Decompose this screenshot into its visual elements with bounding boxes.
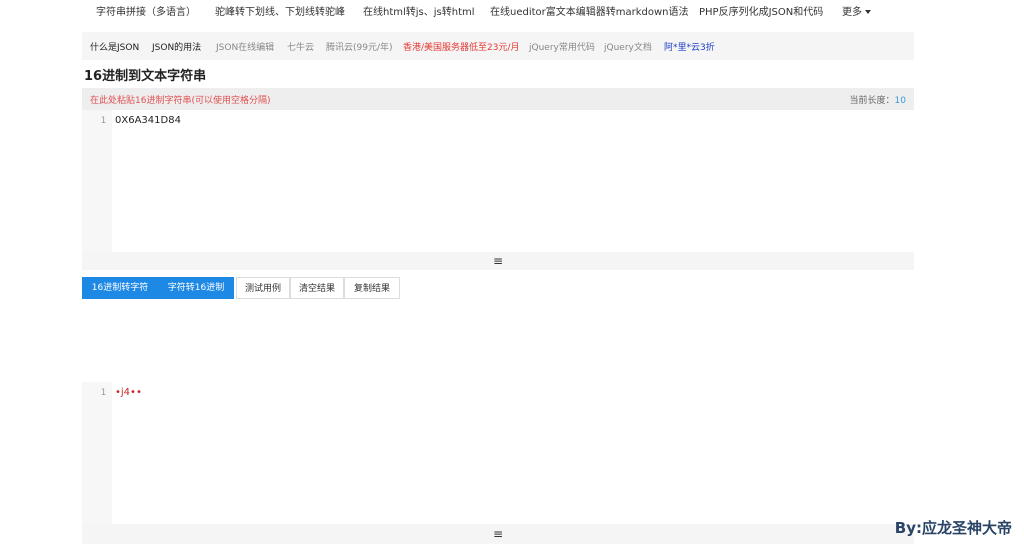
sub-nav-link-aliyun-ad[interactable]: 阿*里*云3折 (664, 40, 715, 53)
input-content: 0X6A341D84 (115, 115, 181, 126)
top-nav-item-camel-underscore[interactable]: 驼峰转下划线、下划线转驼峰 (215, 3, 345, 18)
length-indicator: 当前长度：10 (850, 93, 906, 106)
sub-nav-link-qiniu[interactable]: 七牛云 (287, 40, 314, 53)
input-hint-bar: 在此处粘贴16进制字符串(可以使用空格分隔) 当前长度：10 (82, 88, 914, 110)
test-case-button[interactable]: 测试用例 (236, 277, 290, 299)
output-editor-code-area[interactable]: •j4•• (112, 382, 914, 524)
sub-nav-link-hk-server-ad[interactable]: 香港/美国服务器低至23元/月 (403, 40, 520, 53)
copy-result-button[interactable]: 复制结果 (344, 277, 400, 299)
output-editor-gutter: 1 (82, 382, 110, 524)
string-to-hex-button[interactable]: 字符转16进制 (158, 277, 234, 299)
sub-nav-link-jquery-docs[interactable]: jQuery文档 (604, 40, 652, 53)
output-editor[interactable]: 1 •j4•• (82, 382, 914, 524)
input-hint: 在此处粘贴16进制字符串(可以使用空格分隔) (90, 96, 271, 106)
output-resize-handle-icon[interactable]: ≡ (82, 525, 914, 543)
length-value: 10 (894, 96, 906, 106)
sub-nav: 什么是JSON JSON的用法 JSON在线编辑 七牛云 腾讯云(99元/年) … (82, 32, 914, 60)
input-editor[interactable]: 1 0X6A341D84 (82, 110, 914, 252)
caret-down-icon (865, 10, 871, 14)
input-editor-footer: ≡ (82, 252, 914, 270)
hex-to-string-button[interactable]: 16进制转字符 (82, 277, 158, 299)
sub-nav-link-what-is-json[interactable]: 什么是JSON (90, 40, 139, 53)
input-resize-handle-icon[interactable]: ≡ (82, 252, 914, 270)
sub-nav-link-jquery-code[interactable]: jQuery常用代码 (529, 40, 595, 53)
clear-result-button[interactable]: 清空结果 (290, 277, 344, 299)
length-label: 当前长度： (849, 96, 895, 106)
output-editor-footer: ≡ (82, 524, 914, 544)
sub-nav-link-tencent-cloud[interactable]: 腾讯云(99元/年) (326, 40, 393, 53)
page-title: 16进制到文本字符串 (84, 69, 207, 84)
line-number: 1 (100, 388, 106, 398)
sub-nav-link-json-editor[interactable]: JSON在线编辑 (216, 40, 274, 53)
top-nav-more-dropdown[interactable]: 更多 (842, 3, 871, 18)
input-editor-gutter: 1 (82, 110, 110, 252)
top-nav-item-php-unserialize[interactable]: PHP反序列化成JSON和代码 (699, 3, 823, 18)
author-watermark: By:应龙圣神大帝 (894, 519, 1012, 537)
top-nav-item-html-js[interactable]: 在线html转js、js转html (363, 3, 475, 18)
input-editor-code-area[interactable]: 0X6A341D84 (112, 110, 914, 252)
line-number: 1 (100, 116, 106, 126)
output-content: •j4•• (115, 387, 142, 398)
more-label: 更多 (842, 7, 862, 18)
sub-nav-link-json-usage[interactable]: JSON的用法 (152, 40, 201, 53)
top-nav: 字符串拼接（多语言） 驼峰转下划线、下划线转驼峰 在线html转js、js转ht… (0, 0, 1024, 26)
top-nav-item-string-concat[interactable]: 字符串拼接（多语言） (96, 3, 196, 18)
top-nav-item-ueditor-markdown[interactable]: 在线ueditor富文本编辑器转markdown语法 (490, 3, 689, 18)
